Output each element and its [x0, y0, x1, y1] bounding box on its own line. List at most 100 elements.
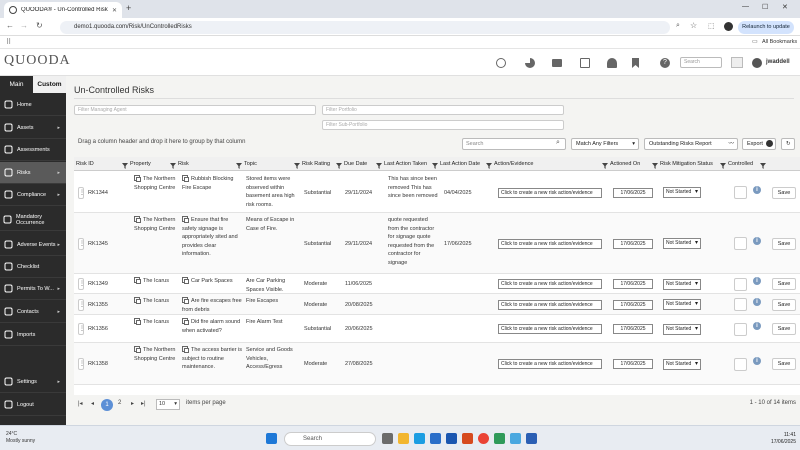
info-icon[interactable]: i — [753, 185, 761, 194]
filter-funnel-icon[interactable] — [336, 161, 342, 169]
sidebar-item-permits-to-w[interactable]: Permits To W... ▸ — [0, 278, 66, 300]
all-bookmarks-folder-icon[interactable]: ▭ — [752, 38, 758, 45]
browser-tab[interactable]: QUOODA® - Un-Controlled Risks ✕ — [4, 2, 122, 18]
all-bookmarks-link[interactable]: All Bookmarks — [762, 39, 797, 45]
copy-icon[interactable] — [134, 297, 141, 304]
close-window-icon[interactable]: ✕ — [782, 3, 788, 11]
action-evidence-input[interactable]: Click to create a new risk action/eviden… — [498, 279, 602, 289]
actioned-on-date-input[interactable]: 17/06/2025 — [613, 324, 653, 334]
outstanding-risks-report-button[interactable]: Outstanding Risks Report 〰 — [644, 138, 738, 150]
risk-cell[interactable]: Car Park Spaces — [182, 277, 244, 286]
controlled-checkbox[interactable] — [734, 357, 747, 371]
filter-funnel-icon[interactable] — [294, 161, 300, 169]
help-icon[interactable]: ? — [660, 58, 670, 68]
tab-main[interactable]: Main — [0, 76, 33, 93]
header-search-input[interactable]: Search — [680, 57, 722, 68]
actioned-on-date-input[interactable]: 17/06/2025 — [613, 187, 653, 198]
row-menu-button[interactable]: ⋮ — [78, 323, 85, 335]
actioned-on-date-input[interactable]: 17/06/2025 — [613, 279, 653, 289]
actioned-on-date-input[interactable]: 17/06/2025 — [613, 299, 653, 310]
last-page-icon[interactable]: ▸| — [141, 400, 146, 407]
sidebar-item-assessments[interactable]: Assessments — [0, 139, 66, 161]
action-evidence-input[interactable]: Click to create a new risk action/eviden… — [498, 359, 602, 369]
copy-icon[interactable] — [182, 297, 189, 304]
pie-chart-icon[interactable] — [525, 58, 535, 68]
property-cell[interactable]: The Northern Shopping Centre — [134, 346, 180, 363]
row-menu-button[interactable]: ⋮ — [78, 237, 85, 250]
column-header[interactable]: Actioned On — [610, 157, 660, 171]
extensions-icon[interactable]: ⬚ — [708, 22, 715, 30]
taskbar-app-9-icon[interactable] — [510, 433, 521, 444]
sidebar-item-assets[interactable]: Assets ▸ — [0, 117, 66, 139]
risk-id[interactable]: RK1349 — [88, 280, 108, 289]
save-button[interactable]: Save — [772, 358, 796, 370]
info-icon[interactable]: i — [753, 277, 761, 285]
relaunch-to-update-button[interactable]: Relaunch to update — [738, 21, 794, 34]
bell-icon[interactable] — [607, 58, 617, 68]
first-page-icon[interactable]: |◂ — [78, 400, 83, 407]
sidebar-item-compliance[interactable]: Compliance ▸ — [0, 184, 66, 206]
profile-avatar-icon[interactable] — [724, 22, 733, 31]
url-field[interactable]: demo1.quooda.com/Risk/UnControlledRisks — [60, 21, 670, 34]
back-icon[interactable]: ← — [6, 21, 14, 30]
sidebar-item-logout[interactable]: Logout — [0, 394, 66, 416]
row-menu-button[interactable]: ⋮ — [78, 358, 85, 370]
next-page-icon[interactable]: ▸ — [131, 400, 134, 407]
risk-id[interactable]: RK1356 — [88, 325, 108, 334]
sidebar-item-risks[interactable]: Risks ▸ — [0, 162, 66, 184]
copy-icon[interactable] — [134, 318, 141, 325]
column-header[interactable]: Controlled — [728, 157, 768, 171]
filter-funnel-icon[interactable] — [486, 161, 492, 169]
sidebar-item-contacts[interactable]: Contacts ▸ — [0, 301, 66, 323]
sidebar-item-adverse-events[interactable]: Adverse Events ▸ — [0, 234, 66, 256]
column-header[interactable]: Last Action Taken — [384, 157, 440, 171]
mitigation-status-select[interactable]: Not Started — [663, 358, 701, 370]
taskbar-search[interactable]: Search — [284, 432, 376, 446]
taskbar-app-4-icon[interactable] — [430, 433, 441, 444]
property-cell[interactable]: The Northern Shopping Centre — [134, 175, 180, 192]
user-avatar-icon[interactable] — [752, 58, 762, 68]
property-cell[interactable]: The Icarus — [134, 318, 180, 327]
risk-id[interactable]: RK1355 — [88, 301, 108, 310]
sign-out-icon[interactable] — [731, 57, 743, 68]
row-menu-button[interactable]: ⋮ — [78, 298, 85, 311]
info-icon[interactable]: i — [753, 236, 761, 245]
column-header[interactable]: Last Action Date — [440, 157, 494, 171]
action-evidence-input[interactable]: Click to create a new risk action/eviden… — [498, 324, 602, 334]
grid-search-icon[interactable]: ⌕ — [556, 139, 560, 147]
filter-portfolio[interactable]: Filter Portfolio — [322, 105, 564, 115]
windows-start-icon[interactable] — [266, 433, 277, 444]
prev-page-icon[interactable]: ◂ — [91, 400, 94, 407]
column-header[interactable]: Property — [130, 157, 178, 171]
filter-funnel-icon[interactable] — [376, 161, 382, 169]
row-menu-button[interactable]: ⋮ — [78, 278, 85, 290]
copy-icon[interactable] — [182, 175, 189, 182]
export-button[interactable]: Export — [742, 138, 776, 150]
save-button[interactable]: Save — [772, 323, 796, 335]
column-header[interactable]: Risk — [178, 157, 244, 171]
tasks-icon[interactable] — [580, 58, 590, 68]
close-tab-icon[interactable]: ✕ — [112, 7, 117, 14]
mitigation-status-select[interactable]: Not Started — [663, 323, 701, 335]
copy-icon[interactable] — [182, 216, 189, 223]
save-button[interactable]: Save — [772, 237, 796, 250]
folder-icon[interactable] — [552, 59, 562, 67]
risk-id[interactable]: RK1358 — [88, 360, 108, 369]
column-header[interactable]: Risk Mitigation Status — [660, 157, 728, 171]
risk-cell[interactable]: Rubbish Blocking Fire Escape — [182, 175, 244, 192]
filter-funnel-icon[interactable] — [760, 161, 766, 169]
column-header[interactable]: Due Date — [344, 157, 384, 171]
risk-cell[interactable]: Did fire alarm sound when activated? — [182, 318, 244, 335]
mitigation-status-select[interactable]: Not Started — [663, 238, 701, 249]
save-button[interactable]: Save — [772, 186, 796, 199]
refresh-button[interactable]: ↻ — [781, 138, 795, 150]
actioned-on-date-input[interactable]: 17/06/2025 — [613, 238, 653, 249]
filter-funnel-icon[interactable] — [720, 161, 726, 169]
match-filters-select[interactable]: Match Any Filters ▾ — [571, 138, 639, 150]
taskbar-app-10-icon[interactable] — [526, 433, 537, 444]
filter-managing-agent[interactable]: Filter Managing Agent — [74, 105, 316, 115]
sidebar-item-mandatory-occurrence[interactable]: Mandatory Occurrence — [0, 209, 66, 231]
page-1-button[interactable]: 1 — [101, 399, 113, 411]
mitigation-status-select[interactable]: Not Started — [663, 187, 701, 198]
page-size-select[interactable]: 10 ▾ — [156, 399, 180, 410]
